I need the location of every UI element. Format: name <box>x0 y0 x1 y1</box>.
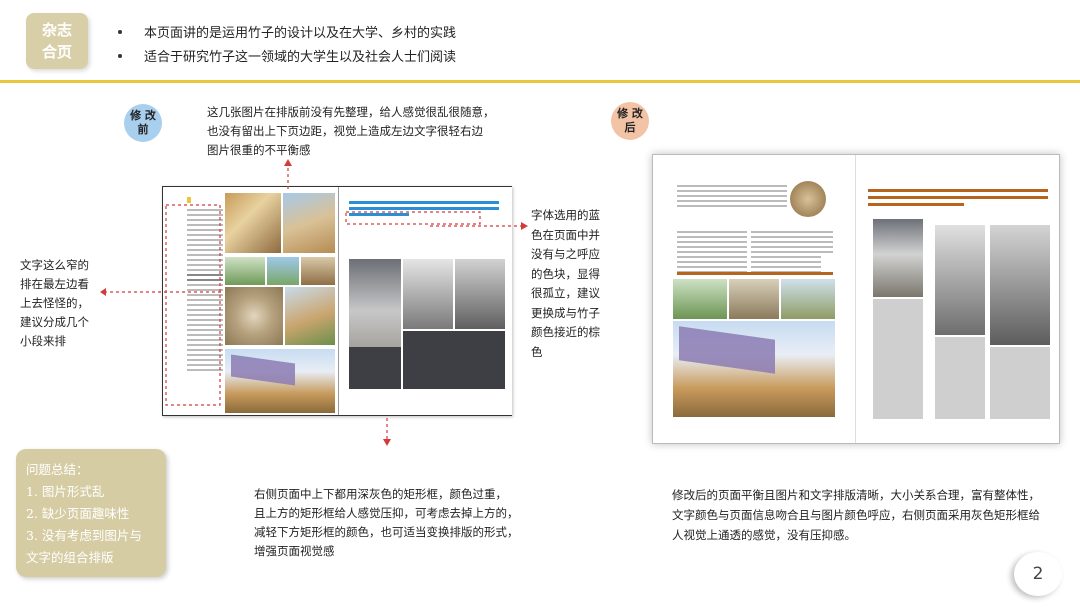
before-badge-line-1: 修 改 <box>130 109 156 122</box>
note-right-line-3: 没有与之呼应 <box>531 247 600 261</box>
spread-before-image <box>162 186 512 416</box>
before-badge: 修 改 前 <box>124 104 162 142</box>
header-bullet-1-text: 本页面讲的是运用竹子的设计以及在大学、乡村的实践 <box>144 26 457 41</box>
note-right: 字体选用的蓝 色在页面中并 没有与之呼应 的色块，显得 很孤立，建议 更换成与竹… <box>531 206 600 362</box>
after-badge: 修 改 后 <box>611 102 649 140</box>
problem-summary-box: 问题总结： 1. 图片形式乱 2. 缺少页面趣味性 3. 没有考虑到图片与 文字… <box>16 449 166 577</box>
spread-before-right-page <box>338 187 512 415</box>
note-after-line-1: 修改后的页面平衡且图片和文字排版清晰，大小关系合理，富有整体性， <box>672 488 1040 502</box>
summary-item-2: 2. 缺少页面趣味性 <box>26 506 130 521</box>
note-bottom-line-1: 右侧页面中上下都用深灰色的矩形框，颜色过重， <box>254 487 507 501</box>
note-left-line-2: 排在最左边看 <box>20 277 89 291</box>
note-right-line-5: 很孤立，建议 <box>531 286 600 300</box>
note-after: 修改后的页面平衡且图片和文字排版清晰，大小关系合理，富有整体性， 文字颜色与页面… <box>672 485 1040 545</box>
header-bullet-1: 本页面讲的是运用竹子的设计以及在大学、乡村的实践 <box>118 22 456 41</box>
people-photo <box>673 279 727 319</box>
note-left-line-1: 文字这么窄的 <box>20 258 89 272</box>
arrow-head-bottom <box>383 439 391 446</box>
bamboo-photo <box>873 219 923 297</box>
arrow-head-top <box>284 159 292 166</box>
spread-before-left-page <box>163 187 337 415</box>
flag-photo <box>673 321 835 417</box>
note-left-line-4: 建议分成几个 <box>20 315 89 329</box>
spiral-photo <box>225 287 283 345</box>
section-tag: 杂志 合页 <box>26 13 88 69</box>
page-number: 2 <box>1014 552 1062 596</box>
summary-item-3-line-1: 3. 没有考虑到图片与 <box>26 528 142 543</box>
summary-item-1: 1. 图片形式乱 <box>26 484 105 499</box>
header-bullet-2-text: 适合于研究竹子这一领域的大学生以及社会人士们阅读 <box>144 50 457 65</box>
people-photo <box>267 257 299 285</box>
note-after-line-2: 文字颜色与页面信息吻合且与图片颜色呼应，右侧页面采用灰色矩形框给 <box>672 508 1040 522</box>
people-photo <box>781 279 835 319</box>
note-bottom-line-3: 减轻下方矩形框的颜色，也可适当变换排版的形式， <box>254 525 519 539</box>
text-block <box>677 231 747 276</box>
summary-title: 问题总结： <box>26 462 89 477</box>
note-right-line-2: 色在页面中并 <box>531 227 600 242</box>
header-bullet-2: 适合于研究竹子这一领域的大学生以及社会人士们阅读 <box>118 46 456 65</box>
tag-line-2: 合页 <box>41 43 72 61</box>
note-bottom-line-4: 增强页面视觉感 <box>254 544 335 558</box>
arrow-head-left <box>100 288 106 296</box>
note-left-line-5: 小段来排 <box>20 334 66 348</box>
note-left: 文字这么窄的 排在最左边看 上去怪怪的， 建议分成几个 小段来排 <box>20 256 89 351</box>
bamboo-circle-photo <box>790 181 826 217</box>
bamboo-photo <box>225 193 281 253</box>
people-photo <box>285 287 335 345</box>
text-block <box>791 231 833 256</box>
bamboo-photo <box>990 225 1050 345</box>
bamboo-photo <box>283 193 335 253</box>
header-divider <box>0 80 1080 83</box>
summary-item-3-line-2: 文字的组合排版 <box>26 550 114 565</box>
bamboo-photo <box>455 259 505 329</box>
bamboo-photo <box>935 225 985 335</box>
note-right-line-1: 字体选用的蓝 <box>531 208 600 222</box>
spread-after-image <box>652 154 1060 444</box>
before-badge-line-2: 前 <box>137 123 149 136</box>
bullet-dot-icon <box>118 29 122 34</box>
bullet-dot-icon <box>118 53 122 58</box>
note-right-line-6: 更换成与竹子 <box>531 305 600 320</box>
note-bottom-line-2: 且上方的矩形框给人感觉压抑，可考虑去掉上方的， <box>254 506 519 520</box>
people-photo <box>301 257 335 285</box>
note-top-line-2: 也没有留出上下页边距，视觉上造成左边文字很轻右边 <box>207 124 483 138</box>
note-after-line-3: 人视觉上通透的感觉，没有压抑感。 <box>672 528 856 542</box>
note-right-line-8: 色 <box>531 344 543 359</box>
after-badge-line-1: 修 改 <box>617 107 643 120</box>
note-top-line-1: 这几张图片在排版前没有先整理，给人感觉很乱很随意， <box>207 105 495 119</box>
note-right-line-4: 的色块，显得 <box>531 266 600 281</box>
note-top: 这几张图片在排版前没有先整理，给人感觉很乱很随意， 也没有留出上下页边距，视觉上… <box>207 103 495 160</box>
flag-photo <box>225 349 335 413</box>
people-photo <box>225 257 265 285</box>
spiral-photo <box>729 279 779 319</box>
after-badge-line-2: 后 <box>624 121 636 134</box>
note-left-line-3: 上去怪怪的， <box>20 296 89 310</box>
text-block <box>677 185 787 210</box>
arrow-head-right <box>521 222 528 230</box>
tag-line-1: 杂志 <box>41 21 72 39</box>
text-block <box>187 209 223 374</box>
note-top-line-3: 图片很重的不平衡感 <box>207 143 311 157</box>
note-right-line-7: 颜色接近的棕 <box>531 325 600 339</box>
note-bottom: 右侧页面中上下都用深灰色的矩形框，颜色过重， 且上方的矩形框给人感觉压抑，可考虑… <box>254 485 519 561</box>
bamboo-photo <box>403 259 453 329</box>
